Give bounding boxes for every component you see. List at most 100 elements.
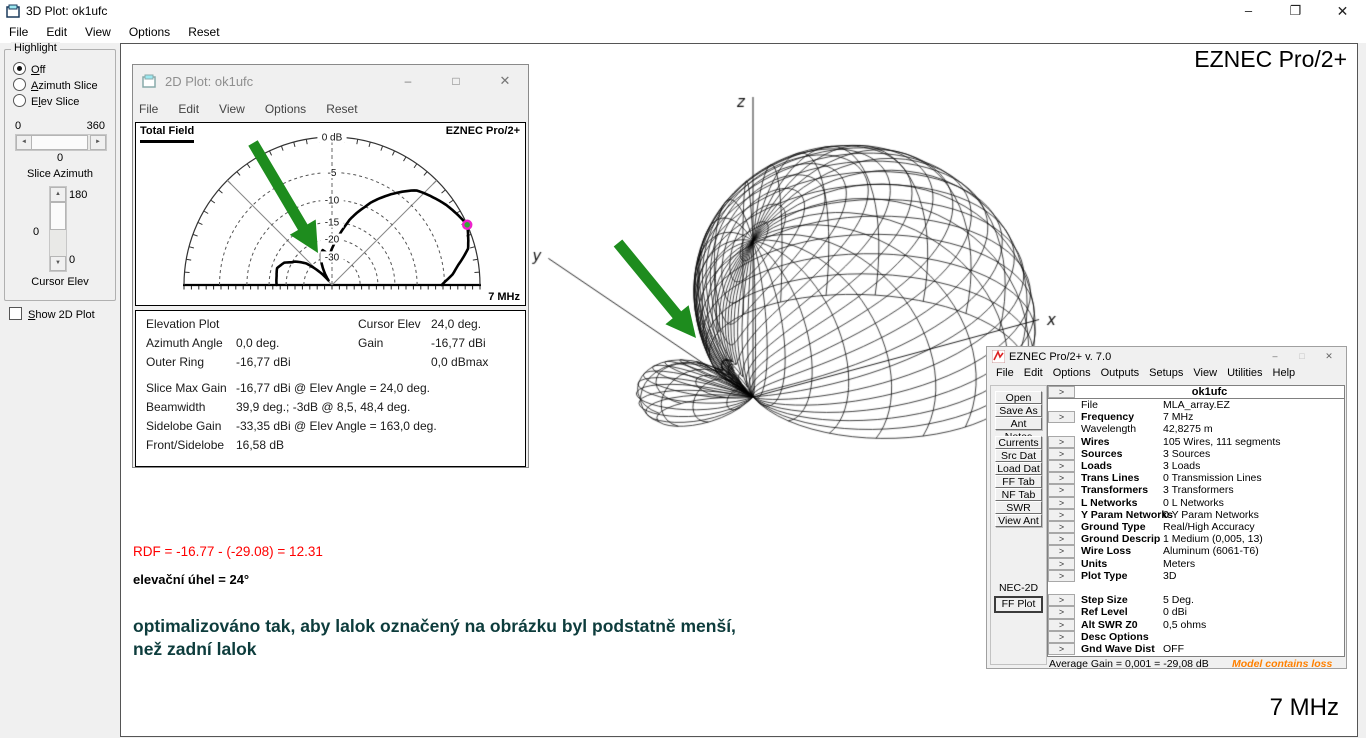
- row-expand-button[interactable]: >: [1048, 558, 1075, 570]
- currents-button[interactable]: Currents: [995, 436, 1042, 449]
- scroll-down-icon[interactable]: ▼: [50, 256, 66, 271]
- menu-item-edit[interactable]: Edit: [37, 22, 76, 39]
- menu-item-options[interactable]: Options: [261, 98, 316, 116]
- 2d-title-bar[interactable]: 2D Plot: ok1ufc – □ ✕: [133, 65, 528, 98]
- minimize-icon[interactable]: –: [1226, 0, 1271, 22]
- row-value: 0 Transmission Lines: [1163, 472, 1262, 484]
- menu-item-outputs[interactable]: Outputs: [1096, 366, 1145, 379]
- menu-item-options[interactable]: Options: [120, 22, 179, 39]
- close-icon[interactable]: ✕: [1317, 349, 1341, 364]
- radio-azimuth-slice[interactable]: Azimuth Slice: [13, 78, 98, 92]
- menu-item-setups[interactable]: Setups: [1144, 366, 1188, 379]
- menu-item-edit[interactable]: Edit: [1019, 366, 1048, 379]
- scroll-left-icon[interactable]: ◄: [16, 135, 32, 150]
- highlight-groupbox: Highlight OffAzimuth SliceElev Slice 0 3…: [4, 49, 116, 301]
- 3d-plot-canvas-area: EZNEC Pro/2+ 7 MHz RDF = -16.77 - (-29.0…: [120, 43, 1358, 737]
- elev-max-label: 180: [69, 189, 87, 201]
- 2d-window-title: 2D Plot: ok1ufc: [165, 74, 253, 89]
- row-expand-button[interactable]: >: [1048, 448, 1075, 460]
- row-label: Loads: [1081, 460, 1112, 472]
- header-arrow-button[interactable]: >: [1048, 386, 1075, 398]
- ff-tab-button[interactable]: FF Tab: [995, 475, 1042, 488]
- eznec-app-icon: [992, 350, 1005, 363]
- row-expand-button[interactable]: >: [1048, 594, 1075, 606]
- row-value: Aluminum (6061-T6): [1163, 545, 1259, 557]
- scroll-up-icon[interactable]: ▲: [50, 187, 66, 202]
- menu-item-file[interactable]: File: [135, 98, 168, 116]
- ant-notes-button[interactable]: Ant Notes: [995, 417, 1042, 430]
- maximize-icon[interactable]: □: [440, 69, 472, 93]
- radio-icon[interactable]: [13, 62, 26, 75]
- row-expand-button[interactable]: >: [1048, 460, 1075, 472]
- menu-item-edit[interactable]: Edit: [174, 98, 209, 116]
- menu-item-reset[interactable]: Reset: [179, 22, 228, 39]
- table-row-frequency: >Frequency7 MHz: [1048, 411, 1344, 423]
- menu-item-file[interactable]: File: [0, 22, 37, 39]
- radio-off[interactable]: Off: [13, 62, 45, 76]
- open-button[interactable]: Open: [995, 391, 1042, 404]
- menu-item-view[interactable]: View: [215, 98, 255, 116]
- menu-item-utilities[interactable]: Utilities: [1222, 366, 1267, 379]
- plot-cursor-dot[interactable]: [463, 221, 471, 229]
- minimize-icon[interactable]: –: [1263, 349, 1287, 364]
- azimuth-scroll-thumb[interactable]: [31, 135, 88, 150]
- row-label: Plot Type: [1081, 570, 1127, 582]
- show-2d-plot-checkbox[interactable]: Show 2D Plot: [9, 307, 95, 321]
- row-expand-button[interactable]: >: [1048, 509, 1075, 521]
- row-expand-button[interactable]: >: [1048, 619, 1075, 631]
- row-expand-button[interactable]: >: [1048, 436, 1075, 448]
- readout-value: 16,58 dB: [236, 438, 284, 452]
- readout-value: 0,0 dBmax: [431, 355, 488, 369]
- close-icon[interactable]: ✕: [489, 69, 521, 93]
- row-expand-button[interactable]: >: [1048, 643, 1075, 655]
- row-expand-button[interactable]: >: [1048, 472, 1075, 484]
- save-as-button[interactable]: Save As: [995, 404, 1042, 417]
- menu-item-options[interactable]: Options: [1048, 366, 1096, 379]
- table-row-step-size: >Step Size5 Deg.: [1048, 594, 1344, 606]
- ring-label: -5: [328, 168, 337, 179]
- row-expand-button[interactable]: >: [1048, 497, 1075, 509]
- checkbox-icon[interactable]: [9, 307, 22, 320]
- swr-button[interactable]: SWR: [995, 501, 1042, 514]
- view-ant-button[interactable]: View Ant: [995, 514, 1042, 527]
- readout-label: Sidelobe Gain: [146, 419, 221, 433]
- slice-azimuth-scrollbar[interactable]: ◄ ►: [15, 134, 107, 151]
- 2d-frequency-label: 7 MHz: [488, 291, 520, 303]
- row-label: Gnd Wave Dist: [1081, 643, 1155, 655]
- maximize-icon[interactable]: □: [1290, 349, 1314, 364]
- cursor-elev-scrollbar[interactable]: ▲ ▼: [49, 186, 67, 272]
- radio-elev-slice[interactable]: Elev Slice: [13, 94, 79, 108]
- elev-scroll-thumb[interactable]: [50, 202, 66, 230]
- row-label: Sources: [1081, 448, 1122, 460]
- menu-item-view[interactable]: View: [1188, 366, 1222, 379]
- menu-item-view[interactable]: View: [76, 22, 120, 39]
- nf-tab-button[interactable]: NF Tab: [995, 488, 1042, 501]
- minimize-icon[interactable]: –: [392, 69, 424, 93]
- src-dat-button[interactable]: Src Dat: [995, 449, 1042, 462]
- radio-icon[interactable]: [13, 94, 26, 107]
- row-expand-button[interactable]: >: [1048, 533, 1075, 545]
- row-expand-button[interactable]: >: [1048, 545, 1075, 557]
- frequency-text: 7 MHz: [1270, 694, 1339, 722]
- model-table-header: > ok1ufc: [1048, 386, 1344, 399]
- radio-icon[interactable]: [13, 78, 26, 91]
- scroll-right-icon[interactable]: ►: [90, 135, 106, 150]
- menu-item-file[interactable]: File: [991, 366, 1019, 379]
- ff-plot-button[interactable]: FF Plot: [994, 596, 1043, 613]
- restore-icon[interactable]: ❐: [1273, 0, 1318, 22]
- row-expand-button[interactable]: >: [1048, 606, 1075, 618]
- close-icon[interactable]: ✕: [1320, 0, 1365, 22]
- row-value: 0 Y Param Networks: [1163, 509, 1259, 521]
- row-expand-button[interactable]: >: [1048, 521, 1075, 533]
- menu-item-help[interactable]: Help: [1268, 366, 1301, 379]
- row-expand-button[interactable]: >: [1048, 411, 1075, 423]
- row-expand-button[interactable]: >: [1048, 484, 1075, 496]
- row-expand-button[interactable]: >: [1048, 570, 1075, 582]
- row-value: 3 Loads: [1163, 460, 1200, 472]
- load-dat-button[interactable]: Load Dat: [995, 462, 1042, 475]
- menu-item-reset[interactable]: Reset: [322, 98, 367, 116]
- eznec-button-panel: OpenSave AsAnt Notes CurrentsSrc DatLoad…: [990, 385, 1047, 665]
- row-expand-button[interactable]: >: [1048, 631, 1075, 643]
- table-row-file: FileMLA_array.EZ: [1048, 399, 1344, 411]
- elevation-annotation: elevační úhel = 24°: [133, 572, 249, 587]
